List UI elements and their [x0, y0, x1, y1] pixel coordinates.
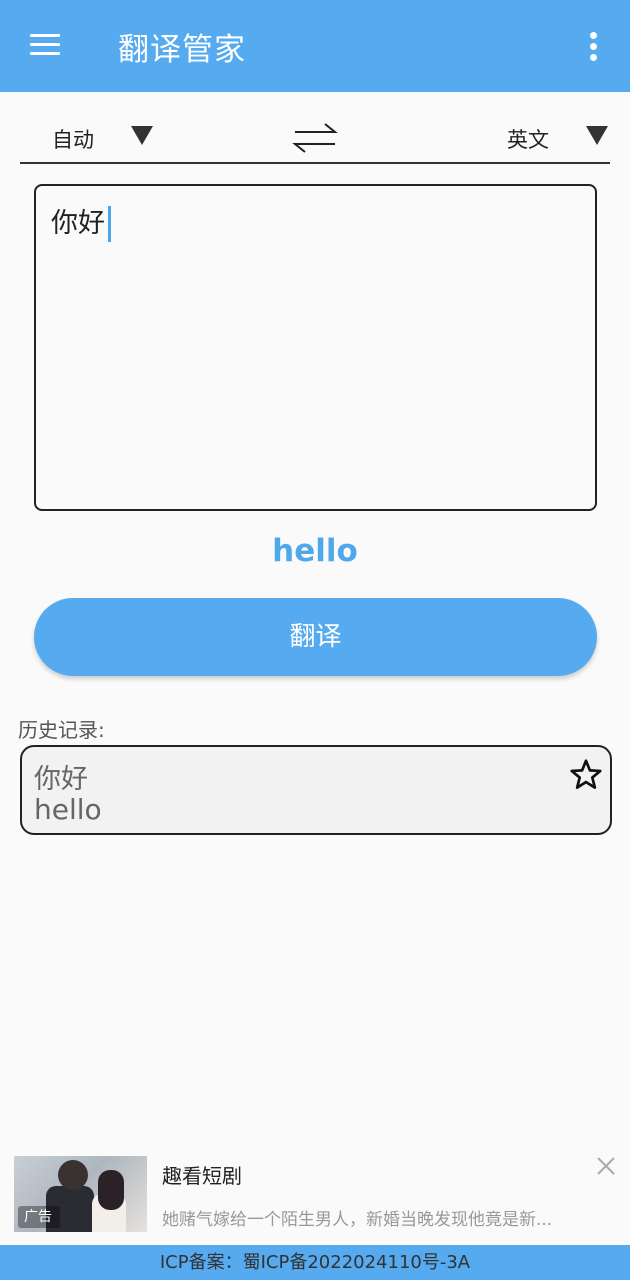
more-vertical-icon[interactable]: [582, 28, 606, 64]
app-bar: 翻译管家: [0, 0, 630, 92]
ad-thumbnail-image[interactable]: 广告: [14, 1156, 147, 1232]
ad-thumbnail-figure: [98, 1170, 124, 1210]
star-outline-icon[interactable]: [568, 757, 604, 793]
source-dropdown-triangle-icon[interactable]: [130, 124, 154, 146]
ad-description[interactable]: 她赌气嫁给一个陌生男人，新婚当晚发现他竟是新...: [162, 1205, 552, 1230]
source-text-value[interactable]: 你好: [51, 206, 111, 242]
target-dropdown-triangle-icon[interactable]: [585, 124, 609, 146]
history-label: 历史记录:: [18, 718, 105, 742]
language-selector-row: 自动 英文: [20, 112, 610, 164]
source-language-select[interactable]: 自动: [52, 124, 94, 154]
history-item-target: hello: [34, 793, 102, 826]
swap-arrows-icon[interactable]: [291, 118, 339, 158]
ad-thumbnail-figure: [58, 1160, 88, 1190]
translation-result: hello: [272, 533, 358, 569]
close-icon[interactable]: [594, 1154, 618, 1178]
target-language-select[interactable]: 英文: [507, 124, 549, 154]
history-item-source: 你好: [34, 764, 88, 795]
app-title: 翻译管家: [118, 32, 246, 68]
hamburger-menu-icon[interactable]: [26, 30, 66, 62]
history-item[interactable]: 你好 hello: [20, 745, 612, 835]
source-text-input[interactable]: 你好: [34, 184, 597, 511]
ad-banner[interactable]: 广告 趣看短剧 她赌气嫁给一个陌生男人，新婚当晚发现他竟是新...: [0, 1150, 630, 1242]
icp-footer: ICP备案：蜀ICP备2022024110号-3A: [0, 1245, 630, 1280]
ad-badge: 广告: [18, 1206, 60, 1228]
translate-button[interactable]: 翻译: [34, 598, 597, 676]
ad-title[interactable]: 趣看短剧: [162, 1160, 242, 1189]
